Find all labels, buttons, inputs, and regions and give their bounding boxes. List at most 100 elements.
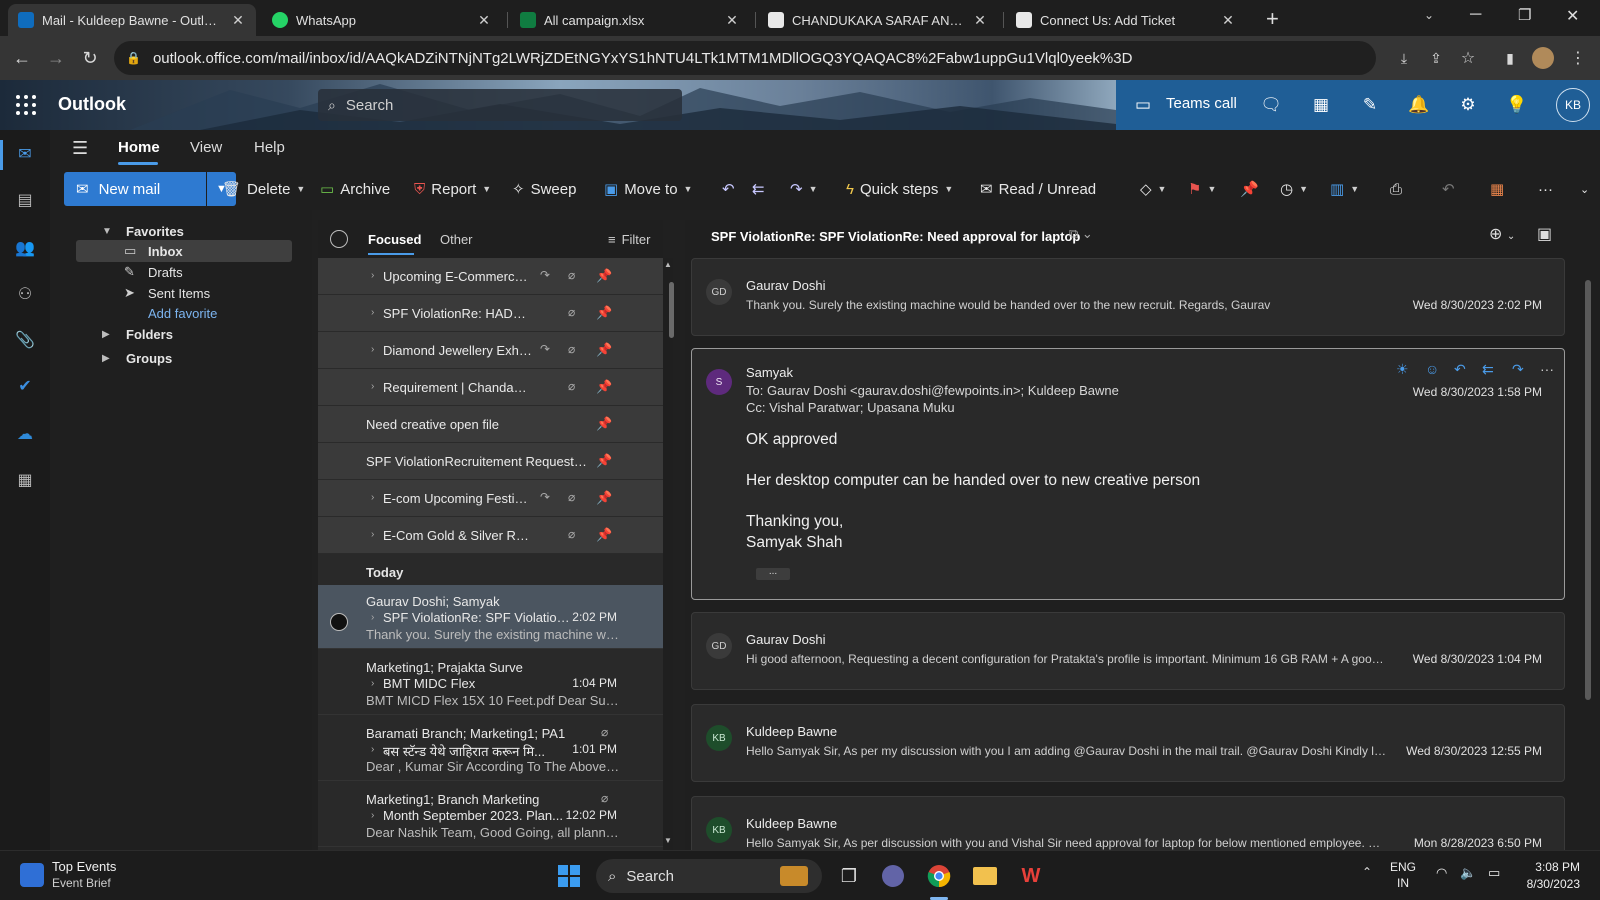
word-icon[interactable]: ▦ [1310,94,1332,116]
back-icon[interactable]: ← [10,46,34,70]
groups-icon[interactable]: ⚇ [13,282,37,306]
delete-button[interactable]: 🗑 Delete ▼ [222,176,305,202]
pin-icon[interactable]: 📌 [596,527,612,543]
select-all-checkbox[interactable] [330,230,348,248]
favorites-header[interactable]: ▼ Favorites [102,220,184,242]
account-avatar[interactable]: KB [1556,88,1590,122]
message-row[interactable]: Baramati Branch; Marketing1; PA1 ⌀ › बस स्ट… [318,717,663,781]
email-card[interactable]: GD Gaurav Doshi Hi good afternoon, Reque… [691,612,1565,690]
chevron-right-icon[interactable]: › [371,612,374,623]
pinned-message-row[interactable]: › SPF ViolationRe: HADAPSAR &... ⌀ 📌 [318,295,663,332]
message-row[interactable]: Marketing1; Branch Marketing ⌀ › Month Sept… [318,783,663,847]
chevron-right-icon[interactable]: › [371,307,374,318]
read-unread-button[interactable]: ✉ Read / Unread [980,176,1096,202]
show-trimmed-content-button[interactable]: ... [756,567,790,580]
browser-tab-outlook[interactable]: Mail - Kuldeep Bawne - Outlook ✕ [8,4,256,36]
pinned-message-row[interactable]: › E-com Upcoming Festival... ↷ ⌀ 📌 [318,480,663,517]
scroll-down-icon[interactable]: ▼ [664,836,672,845]
move-to-button[interactable]: ▣ Move to ▼ [604,176,692,202]
wifi-icon[interactable]: ◠ [1436,865,1447,881]
teams-camera-icon[interactable]: ▭ [1130,94,1156,116]
emoji-icon[interactable]: ☺ [1425,361,1439,377]
lightbulb-icon[interactable]: 💡 [1506,94,1528,116]
close-icon[interactable]: ✕ [230,12,246,29]
layout-icon[interactable]: ▣ [1537,224,1552,244]
gear-icon[interactable]: ⚙ [1457,94,1479,116]
restore-button[interactable]: ❐ [1518,6,1531,24]
message-list-scroll-thumb[interactable] [669,282,674,338]
pinned-message-row[interactable]: › E-Com Gold & Silver Rakhi PN... ⌀ 📌 [318,517,663,554]
close-icon[interactable]: ✕ [972,12,988,29]
forward-mail-icon[interactable]: ↷ ▼ [790,176,818,202]
mail-search-input[interactable]: ⌕ Search [318,89,682,121]
windows-start-icon[interactable] [554,861,584,891]
tag-icon[interactable]: ◇ ▼ [1140,176,1166,202]
email-card[interactable]: KB Kuldeep Bawne Hello Samyak Sir, As pe… [691,704,1565,782]
taskbar-search[interactable]: ⌕ Search [596,859,822,893]
reload-icon[interactable]: ↻ [78,46,102,70]
chevron-right-icon[interactable]: › [371,381,374,392]
pinned-message-row[interactable]: › Upcoming E-Commerce ... ↷ ⌀ 📌 [318,258,663,295]
tab-help[interactable]: Help [254,139,285,156]
sidebar-icon[interactable]: ▮ [1498,46,1522,70]
chevron-right-icon[interactable]: › [371,270,374,281]
hamburger-icon[interactable]: ☰ [72,138,88,159]
todo-check-icon[interactable]: ✔ [13,374,37,398]
reply-icon[interactable]: ↶ [1454,361,1466,378]
close-window-button[interactable]: ✕ [1566,6,1579,26]
folder-sent[interactable]: ➤ Sent Items [124,282,210,304]
onedrive-icon[interactable]: ☁ [13,422,37,446]
tab-view[interactable]: View [190,139,222,156]
close-icon[interactable]: ✕ [724,12,740,29]
collapse-ribbon-icon[interactable]: ⌄ [1580,176,1589,202]
battery-icon[interactable]: ▭ [1488,865,1500,881]
pin-icon[interactable]: 📌 [596,453,612,469]
chrome-icon[interactable] [924,861,954,891]
print-icon[interactable]: ⎙ [1390,176,1402,202]
quick-steps-button[interactable]: ϟ Quick steps ▼ [846,176,953,202]
chevron-right-icon[interactable]: › [371,529,374,540]
browser-menu-icon[interactable]: ⋮ [1566,46,1590,70]
pinned-message-row[interactable]: › Diamond Jewellery Exhibi... ↷ ⌀ 📌 [318,332,663,369]
reply-icon[interactable]: ↶ [722,176,735,202]
tab-focused[interactable]: Focused [368,232,421,247]
archive-button[interactable]: ▭ Archive [320,176,390,202]
folders-header[interactable]: ▶ Folders [102,323,173,345]
teams-chat-icon[interactable] [878,861,908,891]
mail-icon[interactable]: ✉ [13,142,37,166]
folder-inbox[interactable]: ▭ Inbox [124,240,183,262]
pinned-message-row[interactable]: SPF ViolationRecruitement Request | G...… [318,443,663,480]
chevron-right-icon[interactable]: › [371,678,374,689]
policy-icon[interactable]: ▥ ▼ [1330,176,1359,202]
add-favorite-link[interactable]: Add favorite [148,302,217,324]
news-widget[interactable]: Top Events Event Brief [20,859,116,891]
office-apps-icon[interactable]: ▦ [1490,176,1504,202]
select-radio[interactable] [330,613,348,631]
reply-all-icon[interactable]: ⇇ [752,176,765,202]
message-row[interactable]: Gaurav Doshi; Samyak › SPF ViolationRe: SP… [318,585,663,649]
filter-button[interactable]: ≡ Filter [608,232,650,247]
language-indicator[interactable]: ENG IN [1390,859,1416,891]
report-button[interactable]: ⛨ Report ▼ [414,176,491,202]
app-name[interactable]: Outlook [58,94,126,115]
browser-tab-excel[interactable]: All campaign.xlsx ✕ [510,4,750,36]
task-view-icon[interactable]: ❐ [834,861,864,891]
install-app-icon[interactable]: ⤓ [1392,46,1416,70]
message-row[interactable]: Marketing1; Prajakta Surve › BMT MIDC Flex… [318,651,663,715]
pin-icon[interactable]: 📌 [1240,176,1259,202]
close-icon[interactable]: ✕ [1220,12,1236,29]
more-apps-icon[interactable]: ▦ [13,468,37,492]
chat-icon[interactable]: 🗨 [1260,94,1282,116]
pin-icon[interactable]: 📌 [596,342,612,358]
scroll-up-icon[interactable]: ▲ [664,260,672,269]
forward-mail-icon[interactable]: ↷ [1512,361,1524,378]
folder-drafts[interactable]: ✎ Drafts [124,261,183,283]
tab-search-icon[interactable]: ⌄ [1424,8,1434,22]
wps-office-icon[interactable]: W [1016,861,1046,891]
new-mail-button[interactable]: ✉ New mail [64,172,206,206]
more-actions-icon[interactable]: ··· [1540,361,1554,377]
browser-tab-connect[interactable]: Connect Us: Add Ticket ✕ [1006,4,1246,36]
people-icon[interactable]: 👥 [13,236,37,260]
share-icon[interactable]: ⇪ [1424,46,1448,70]
sweep-button[interactable]: ✧ Sweep [512,176,576,202]
